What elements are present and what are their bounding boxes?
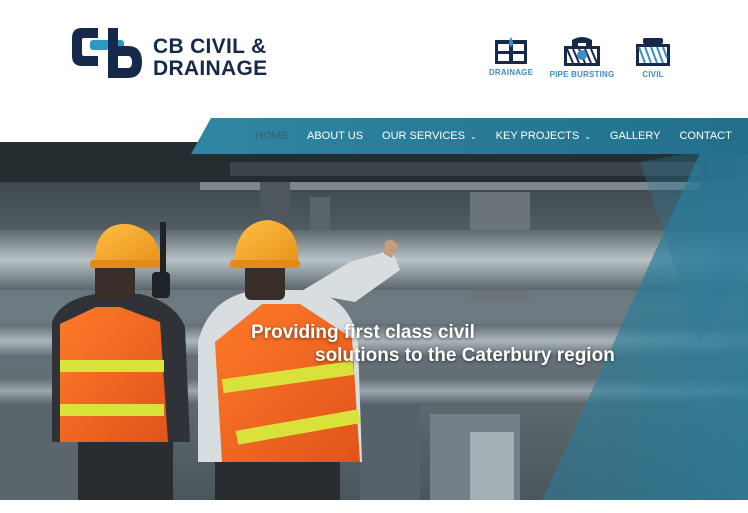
nav-item-label: GALLERY xyxy=(609,130,661,142)
service-label: PIPE BURSTING xyxy=(549,70,615,79)
service-link-drainage[interactable]: DRAINAGE xyxy=(476,36,546,77)
nav-item-our-services[interactable]: OUR SERVICES ⌄ xyxy=(382,130,477,142)
chevron-down-icon: ⌄ xyxy=(584,131,591,141)
nav-item-about-us[interactable]: ABOUT US xyxy=(307,130,363,142)
pipe-bursting-icon xyxy=(564,37,600,66)
main-navigation: HOME ABOUT US OUR SERVICES ⌄ KEY PROJECT… xyxy=(191,118,748,154)
hero-headline-line-2: solutions to the Caterbury region xyxy=(315,345,615,366)
site-logo[interactable]: CB CIVIL & DRAINAGE xyxy=(68,24,278,84)
nav-menu: HOME ABOUT US OUR SERVICES ⌄ KEY PROJECT… xyxy=(255,118,748,154)
nav-item-label: CONTACT xyxy=(679,130,732,142)
service-link-civil[interactable]: CIVIL xyxy=(618,36,688,79)
logo-line-1: CB CIVIL & xyxy=(153,35,267,58)
hero-headline-line-1: Providing first class civil xyxy=(251,322,475,343)
nav-item-home[interactable]: HOME xyxy=(255,130,288,142)
nav-item-contact[interactable]: CONTACT xyxy=(679,130,731,142)
civil-icon xyxy=(636,38,670,66)
nav-item-gallery[interactable]: GALLERY xyxy=(610,130,661,142)
chevron-down-icon: ⌄ xyxy=(469,131,477,141)
hero-banner: Providing first class civil solutions to… xyxy=(0,142,748,505)
site-header: CB CIVIL & DRAINAGE DRAINAGE PIPE BURSTI… xyxy=(0,0,748,118)
service-label: DRAINAGE xyxy=(488,68,534,77)
nav-item-label: HOME xyxy=(255,130,288,142)
nav-item-label: KEY PROJECTS xyxy=(495,130,580,142)
logo-line-2: DRAINAGE xyxy=(153,57,268,80)
nav-item-label: OUR SERVICES xyxy=(382,130,465,142)
nav-item-label: ABOUT US xyxy=(307,130,364,142)
service-label: CIVIL xyxy=(642,70,664,79)
nav-item-key-projects[interactable]: KEY PROJECTS ⌄ xyxy=(496,130,591,142)
service-links: DRAINAGE PIPE BURSTING CIVIL xyxy=(482,36,682,86)
drainage-icon xyxy=(495,37,527,64)
logo-monogram-icon xyxy=(72,28,142,78)
logo-text: CB CIVIL & DRAINAGE xyxy=(153,36,267,80)
service-link-pipe-bursting[interactable]: PIPE BURSTING xyxy=(547,36,617,79)
